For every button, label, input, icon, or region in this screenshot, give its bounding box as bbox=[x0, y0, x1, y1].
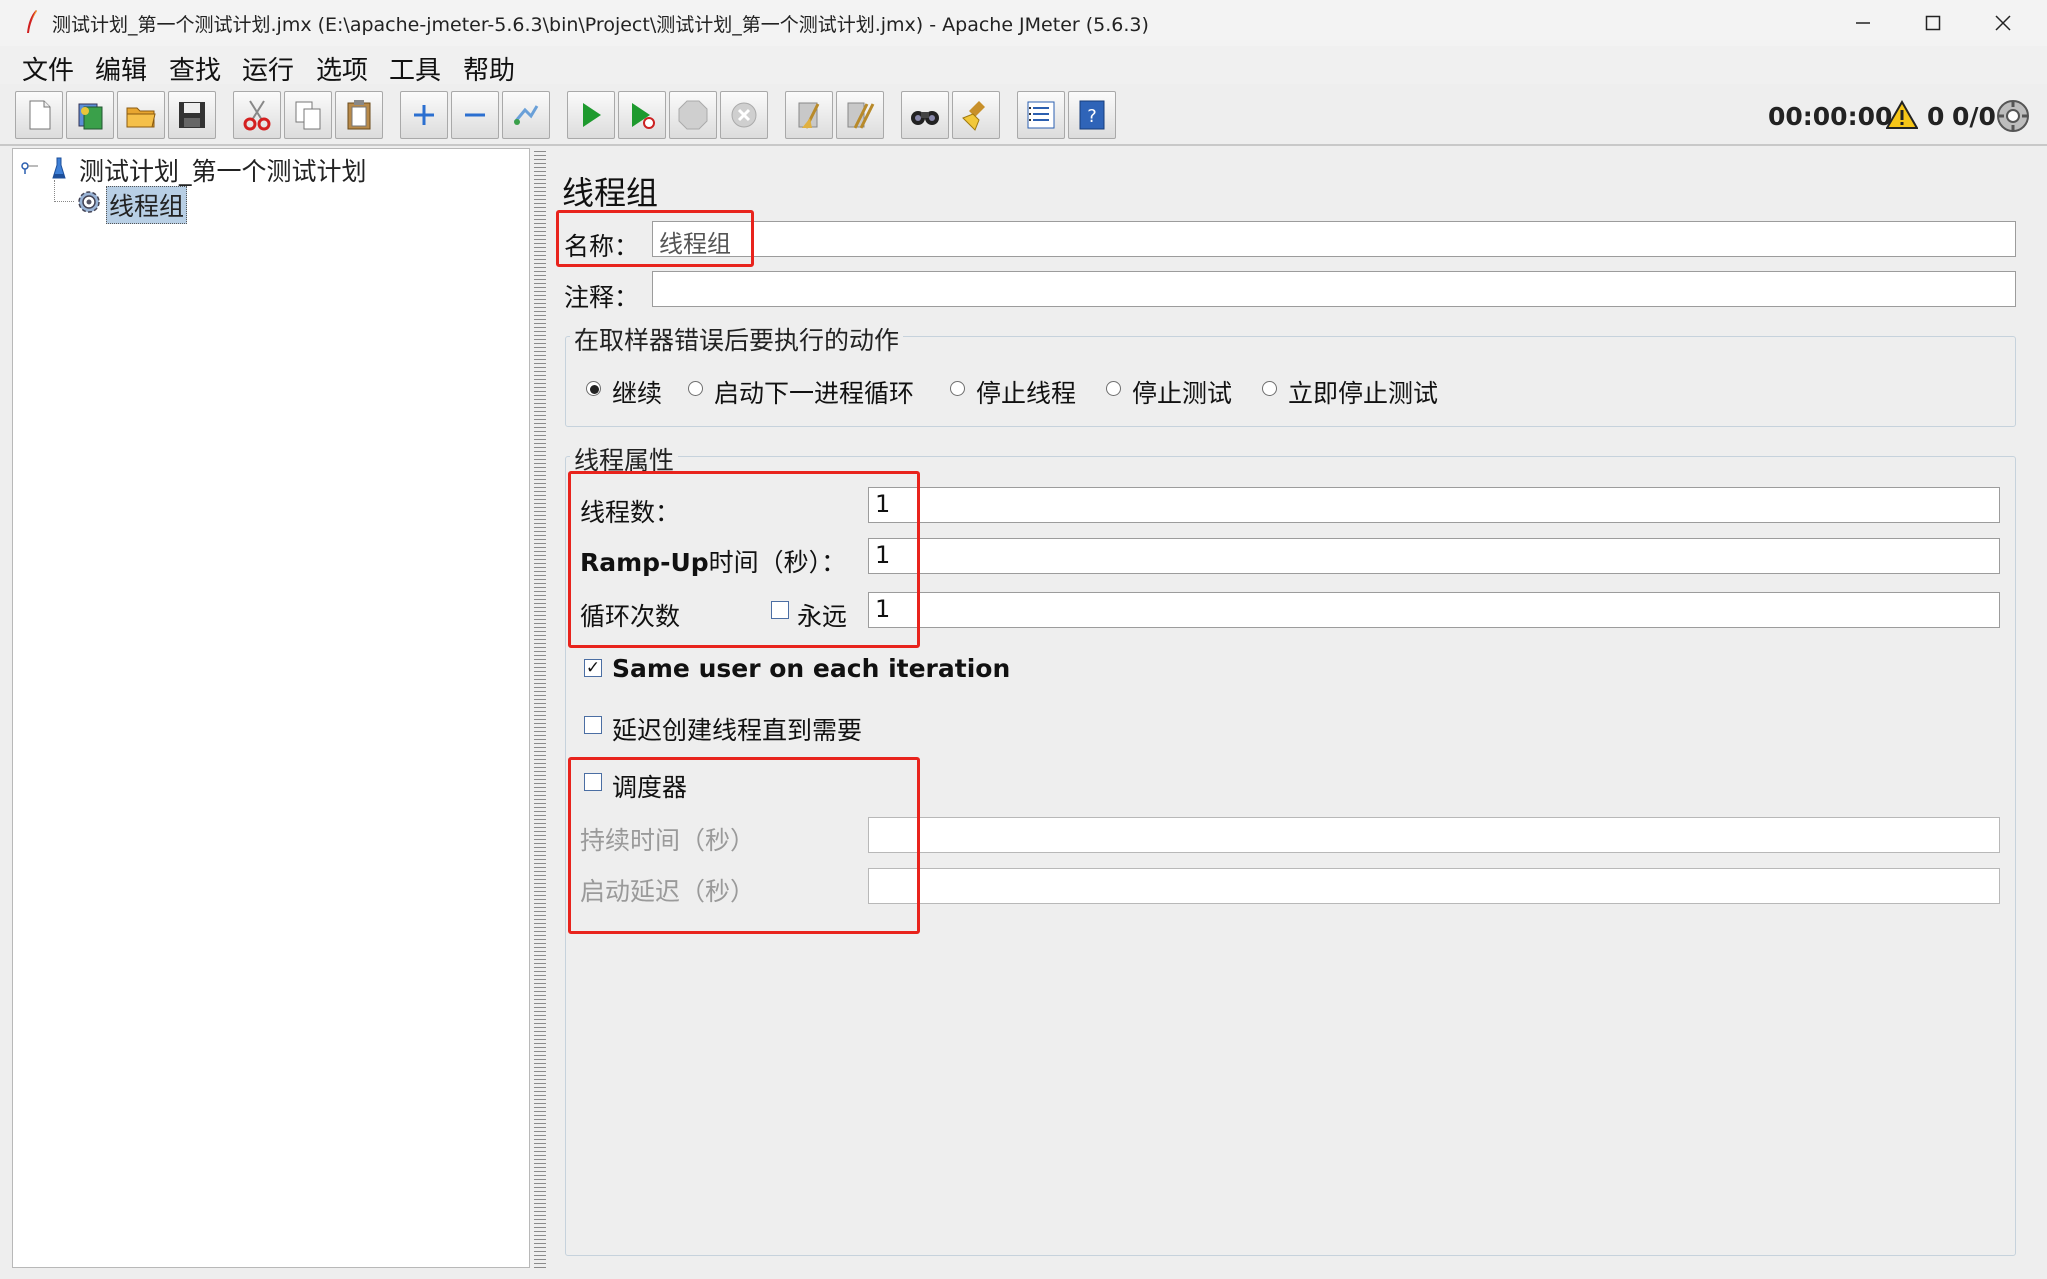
radio-stop-test-label[interactable]: 停止测试 bbox=[1132, 374, 1232, 410]
highlight-box-scheduler bbox=[568, 757, 920, 934]
toggle-button[interactable] bbox=[502, 91, 550, 139]
minimize-button[interactable] bbox=[1828, 0, 1898, 46]
templates-icon bbox=[78, 103, 103, 130]
jmeter-feather-icon bbox=[25, 9, 39, 35]
minimize-icon bbox=[1856, 22, 1870, 24]
duration-input[interactable] bbox=[868, 817, 2000, 853]
new-icon bbox=[29, 100, 51, 130]
search-icon bbox=[911, 111, 939, 125]
menu-edit[interactable]: 编辑 bbox=[95, 50, 147, 87]
comment-label: 注释： bbox=[564, 283, 640, 312]
save-button[interactable] bbox=[168, 91, 216, 139]
radio-stop-thread-label[interactable]: 停止线程 bbox=[976, 374, 1076, 410]
panel-title: 线程组 bbox=[562, 174, 659, 212]
clear-icon bbox=[798, 102, 820, 129]
toggle-icon bbox=[513, 105, 539, 125]
radio-stop-test[interactable] bbox=[1106, 381, 1121, 396]
start-no-pause-button[interactable] bbox=[618, 91, 666, 139]
save-icon bbox=[179, 102, 205, 128]
clear-all-icon bbox=[847, 102, 875, 129]
close-button[interactable] bbox=[1968, 0, 2038, 46]
delay-thread-creation-label[interactable]: 延迟创建线程直到需要 bbox=[612, 711, 862, 747]
remote-status-icon bbox=[1996, 99, 2030, 133]
shutdown-button[interactable] bbox=[720, 91, 768, 139]
paste-icon bbox=[347, 100, 371, 130]
error-action-legend: 在取样器错误后要执行的动作 bbox=[570, 321, 904, 357]
warning-icon[interactable] bbox=[1885, 99, 1919, 130]
highlight-box-thread-settings bbox=[568, 471, 920, 648]
help-button[interactable]: ? bbox=[1068, 91, 1116, 139]
comment-input[interactable] bbox=[652, 271, 2016, 307]
same-user-checkbox[interactable]: ✓ bbox=[584, 659, 602, 677]
radio-continue-label[interactable]: 继续 bbox=[612, 374, 662, 410]
rampup-input[interactable]: 1 bbox=[868, 538, 2000, 574]
startup-delay-input[interactable] bbox=[868, 868, 2000, 904]
copy-icon bbox=[295, 101, 321, 130]
test-plan-tree[interactable] bbox=[12, 148, 530, 1268]
radio-continue[interactable] bbox=[586, 381, 601, 396]
delay-thread-creation-checkbox[interactable] bbox=[584, 716, 602, 734]
tree-expand-handle-icon[interactable] bbox=[20, 158, 38, 174]
reset-search-button[interactable] bbox=[952, 91, 1000, 139]
radio-start-next-loop-label[interactable]: 启动下一进程循环 bbox=[714, 374, 914, 410]
stop-icon bbox=[678, 100, 708, 130]
copy-button[interactable] bbox=[284, 91, 332, 139]
thread-group-gear-icon bbox=[75, 188, 103, 216]
tree-node-thread-group[interactable]: 线程组 bbox=[106, 186, 188, 224]
search-button[interactable] bbox=[901, 91, 949, 139]
collapse-icon bbox=[465, 113, 485, 117]
svg-text:?: ? bbox=[1087, 106, 1097, 127]
expand-all-button[interactable] bbox=[400, 91, 448, 139]
paste-button[interactable] bbox=[335, 91, 383, 139]
test-plan-flask-icon bbox=[52, 156, 66, 180]
warning-count: 0 bbox=[1927, 102, 1945, 131]
collapse-all-button[interactable] bbox=[451, 91, 499, 139]
clear-all-button[interactable] bbox=[836, 91, 884, 139]
maximize-icon bbox=[1925, 15, 1941, 31]
radio-stop-thread[interactable] bbox=[950, 381, 965, 396]
active-thread-count: 0/0 bbox=[1952, 102, 1996, 131]
loop-count-input[interactable]: 1 bbox=[868, 592, 2000, 628]
radio-start-next-loop[interactable] bbox=[688, 381, 703, 396]
function-helper-button[interactable] bbox=[1017, 91, 1065, 139]
maximize-button[interactable] bbox=[1898, 0, 1968, 46]
function-helper-icon bbox=[1027, 101, 1055, 129]
elapsed-timer: 00:00:00 bbox=[1768, 102, 1893, 131]
menu-bar bbox=[0, 46, 2047, 84]
open-button[interactable] bbox=[117, 91, 165, 139]
cut-button[interactable] bbox=[233, 91, 281, 139]
stop-button[interactable] bbox=[669, 91, 717, 139]
open-icon bbox=[126, 107, 156, 128]
shutdown-icon bbox=[731, 102, 757, 128]
start-button[interactable] bbox=[567, 91, 615, 139]
menu-options[interactable]: 选项 bbox=[316, 50, 368, 87]
name-input[interactable]: 线程组 bbox=[652, 221, 2016, 257]
menu-run[interactable]: 运行 bbox=[242, 50, 294, 87]
close-icon bbox=[1995, 15, 2011, 31]
tree-connector bbox=[54, 180, 74, 202]
new-button[interactable] bbox=[15, 91, 63, 139]
templates-button[interactable] bbox=[66, 91, 114, 139]
window-title: 测试计划_第一个测试计划.jmx (E:\apache-jmeter-5.6.3… bbox=[52, 14, 1149, 36]
tree-node-test-plan[interactable]: 测试计划_第一个测试计划 bbox=[79, 152, 367, 188]
menu-help[interactable]: 帮助 bbox=[463, 50, 515, 87]
expand-icon bbox=[414, 105, 434, 125]
thread-count-input[interactable]: 1 bbox=[868, 487, 2000, 523]
menu-tools[interactable]: 工具 bbox=[389, 50, 441, 87]
help-icon: ? bbox=[1079, 100, 1105, 130]
radio-stop-test-now[interactable] bbox=[1262, 381, 1277, 396]
reset-search-icon bbox=[962, 101, 985, 131]
menu-file[interactable]: 文件 bbox=[22, 50, 74, 87]
radio-stop-test-now-label[interactable]: 立即停止测试 bbox=[1288, 374, 1438, 410]
start-icon bbox=[583, 103, 601, 127]
start-no-pause-icon bbox=[632, 103, 655, 129]
split-pane-divider[interactable] bbox=[534, 148, 546, 1268]
menu-search[interactable]: 查找 bbox=[169, 50, 221, 87]
same-user-label[interactable]: Same user on each iteration bbox=[612, 654, 1010, 683]
highlight-box-name bbox=[556, 210, 754, 267]
clear-button[interactable] bbox=[785, 91, 833, 139]
cut-icon bbox=[243, 100, 271, 131]
